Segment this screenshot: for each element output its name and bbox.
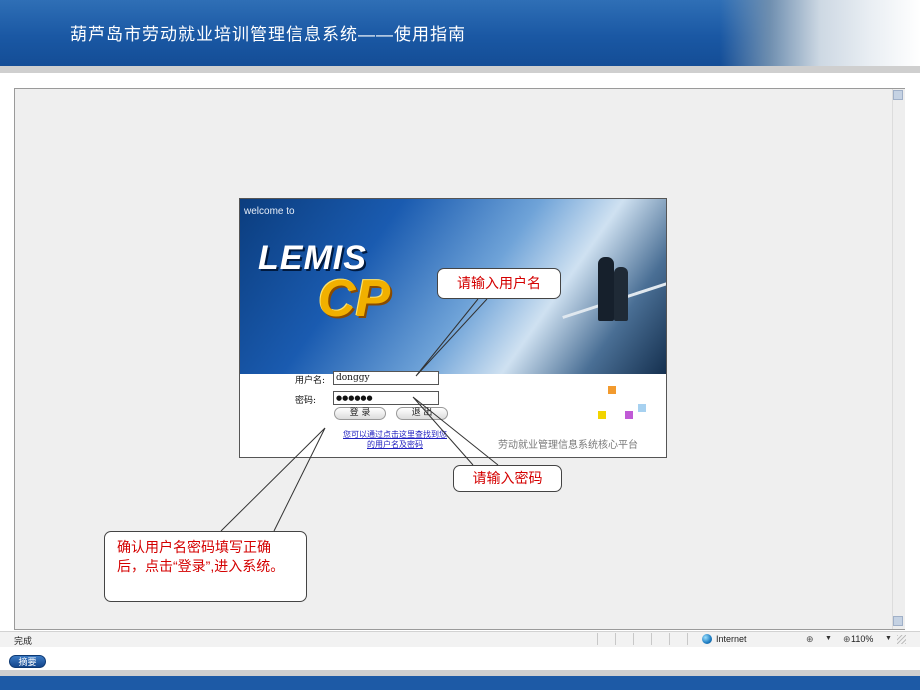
vertical-scrollbar[interactable] [892,89,905,629]
status-divider [633,633,634,645]
top-banner: 葫芦岛市劳动就业培训管理信息系统——使用指南 [0,0,920,66]
login-window: welcome to LEMIS CP 用户名: donggy 密码: ●●●●… [239,198,667,458]
lock-icon[interactable]: ⊕ [806,634,814,645]
forgot-link-line2: 的用户名及密码 [367,440,423,449]
zoom-level[interactable]: 110% [851,634,873,644]
login-button[interactable]: 登 录 [334,407,386,420]
scroll-down-icon[interactable] [893,616,903,626]
status-divider [651,633,652,645]
welcome-text: welcome to [244,206,295,217]
cp-logo: CP [318,270,391,328]
handshake-image [720,0,920,66]
network-cube-icon [638,404,646,412]
zoom-icon: ⊕ [843,634,851,644]
scroll-up-icon[interactable] [893,90,903,100]
callout-confirm-login: 确认用户名密码填写正确后，点击“登录”,进入系统。 [104,531,307,602]
status-divider [615,633,616,645]
network-cube-icon [608,386,616,394]
banner-title: 葫芦岛市劳动就业培训管理信息系统——使用指南 [70,25,466,44]
forgot-credentials-link[interactable]: 您可以通过点击这里查找到您 的用户名及密码 [330,430,460,450]
username-input[interactable]: donggy [333,371,439,385]
resize-grip-icon[interactable] [897,635,906,644]
username-label: 用户名: [295,376,326,386]
forgot-link-line1: 您可以通过点击这里查找到您 [343,430,447,439]
status-text: 完成 [14,636,33,646]
network-cube-icon [598,411,606,419]
security-zone[interactable]: Internet [716,634,747,644]
banner-divider [0,66,920,73]
network-cube-icon [625,411,633,419]
globe-icon [702,634,712,644]
status-divider [597,633,598,645]
businessman-figure [614,267,628,321]
exit-button[interactable]: 退 出 [396,407,448,420]
status-divider [687,633,688,645]
summary-button[interactable]: 摘要 [9,655,46,668]
businessman-figure [598,257,614,321]
status-divider [669,633,670,645]
chevron-down-icon[interactable]: ▼ [825,635,832,642]
footer-bar [0,676,920,690]
password-input[interactable]: ●●●●●● [333,391,439,405]
browser-status-bar: 完成 Internet ⊕ ▼ ⊕ 110% ▼ [0,631,920,647]
platform-caption: 劳动就业管理信息系统核心平台 [498,440,638,451]
password-label: 密码: [295,396,317,406]
callout-enter-password: 请输入密码 [453,465,562,492]
callout-enter-username: 请输入用户名 [437,268,561,299]
chevron-down-icon[interactable]: ▼ [885,635,892,642]
